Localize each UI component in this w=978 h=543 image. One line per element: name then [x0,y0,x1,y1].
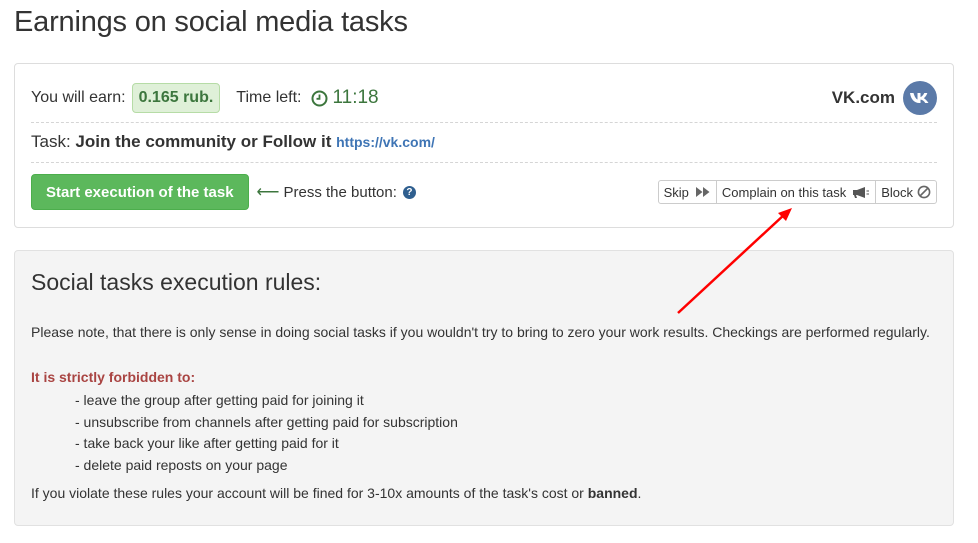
divider [31,122,937,123]
task-description: Task: Join the community or Follow it ht… [31,132,435,152]
time-left-label: Time left: [236,89,302,106]
page-title: Earnings on social media tasks [14,6,408,38]
vk-logo-icon [903,81,937,115]
penalty-suffix: . [637,485,642,501]
list-item: - take back your like after getting paid… [75,435,339,451]
list-item: - unsubscribe from channels after gettin… [75,413,458,430]
penalty-text: If you violate these rules your account … [31,485,588,501]
rules-panel: Social tasks execution rules: Please not… [14,250,954,526]
ban-icon [917,185,931,199]
task-label: Task: [31,132,71,151]
rules-penalty-note: If you violate these rules your account … [31,485,641,501]
list-item: - delete paid reposts on your page [75,456,288,473]
rules-title: Social tasks execution rules: [31,269,322,295]
megaphone-icon [852,186,870,199]
earn-amount-badge: 0.165 rub. [131,83,221,113]
hint-text: Press the button: [283,183,397,201]
task-actions-row: Start execution of the task ⟵ Press the … [31,174,937,210]
divider [31,162,937,163]
task-card: You will earn: 0.165 rub. Time left: 11:… [14,63,954,228]
task-action-button-group: Skip Complain on this task Block [657,180,937,204]
list-item: - leave the group after getting paid for… [75,392,364,408]
skip-label: Skip [663,184,689,200]
network-name: VK.com [831,88,895,107]
time-left-value: 11:18 [332,87,379,108]
network-info: VK.com [832,81,937,115]
task-link[interactable]: https://vk.com/ [336,134,435,150]
question-circle-icon[interactable]: ? [402,185,416,199]
complain-button[interactable]: Complain on this task [715,180,877,204]
complain-label: Complain on this task [721,184,847,200]
forbidden-list: - leave the group after getting paid for… [75,390,458,476]
start-task-button[interactable]: Start execution of the task [31,174,249,210]
fast-forward-icon [695,186,711,198]
penalty-banned: banned [587,485,638,501]
left-arrow-icon: ⟵ [256,184,280,201]
forbidden-heading: It is strictly forbidden to: [31,369,196,385]
rules-intro: Please note, that there is only sense in… [31,324,930,340]
clock-icon [311,90,328,107]
task-summary-row: You will earn: 0.165 rub. Time left: 11:… [31,80,937,116]
skip-button[interactable]: Skip [657,180,717,204]
press-button-hint: ⟵ Press the button: ? [257,182,416,202]
block-button[interactable]: Block [875,180,937,204]
earn-label: You will earn: [31,89,126,106]
block-label: Block [881,184,913,200]
task-name: Join the community or Follow it [75,132,332,151]
